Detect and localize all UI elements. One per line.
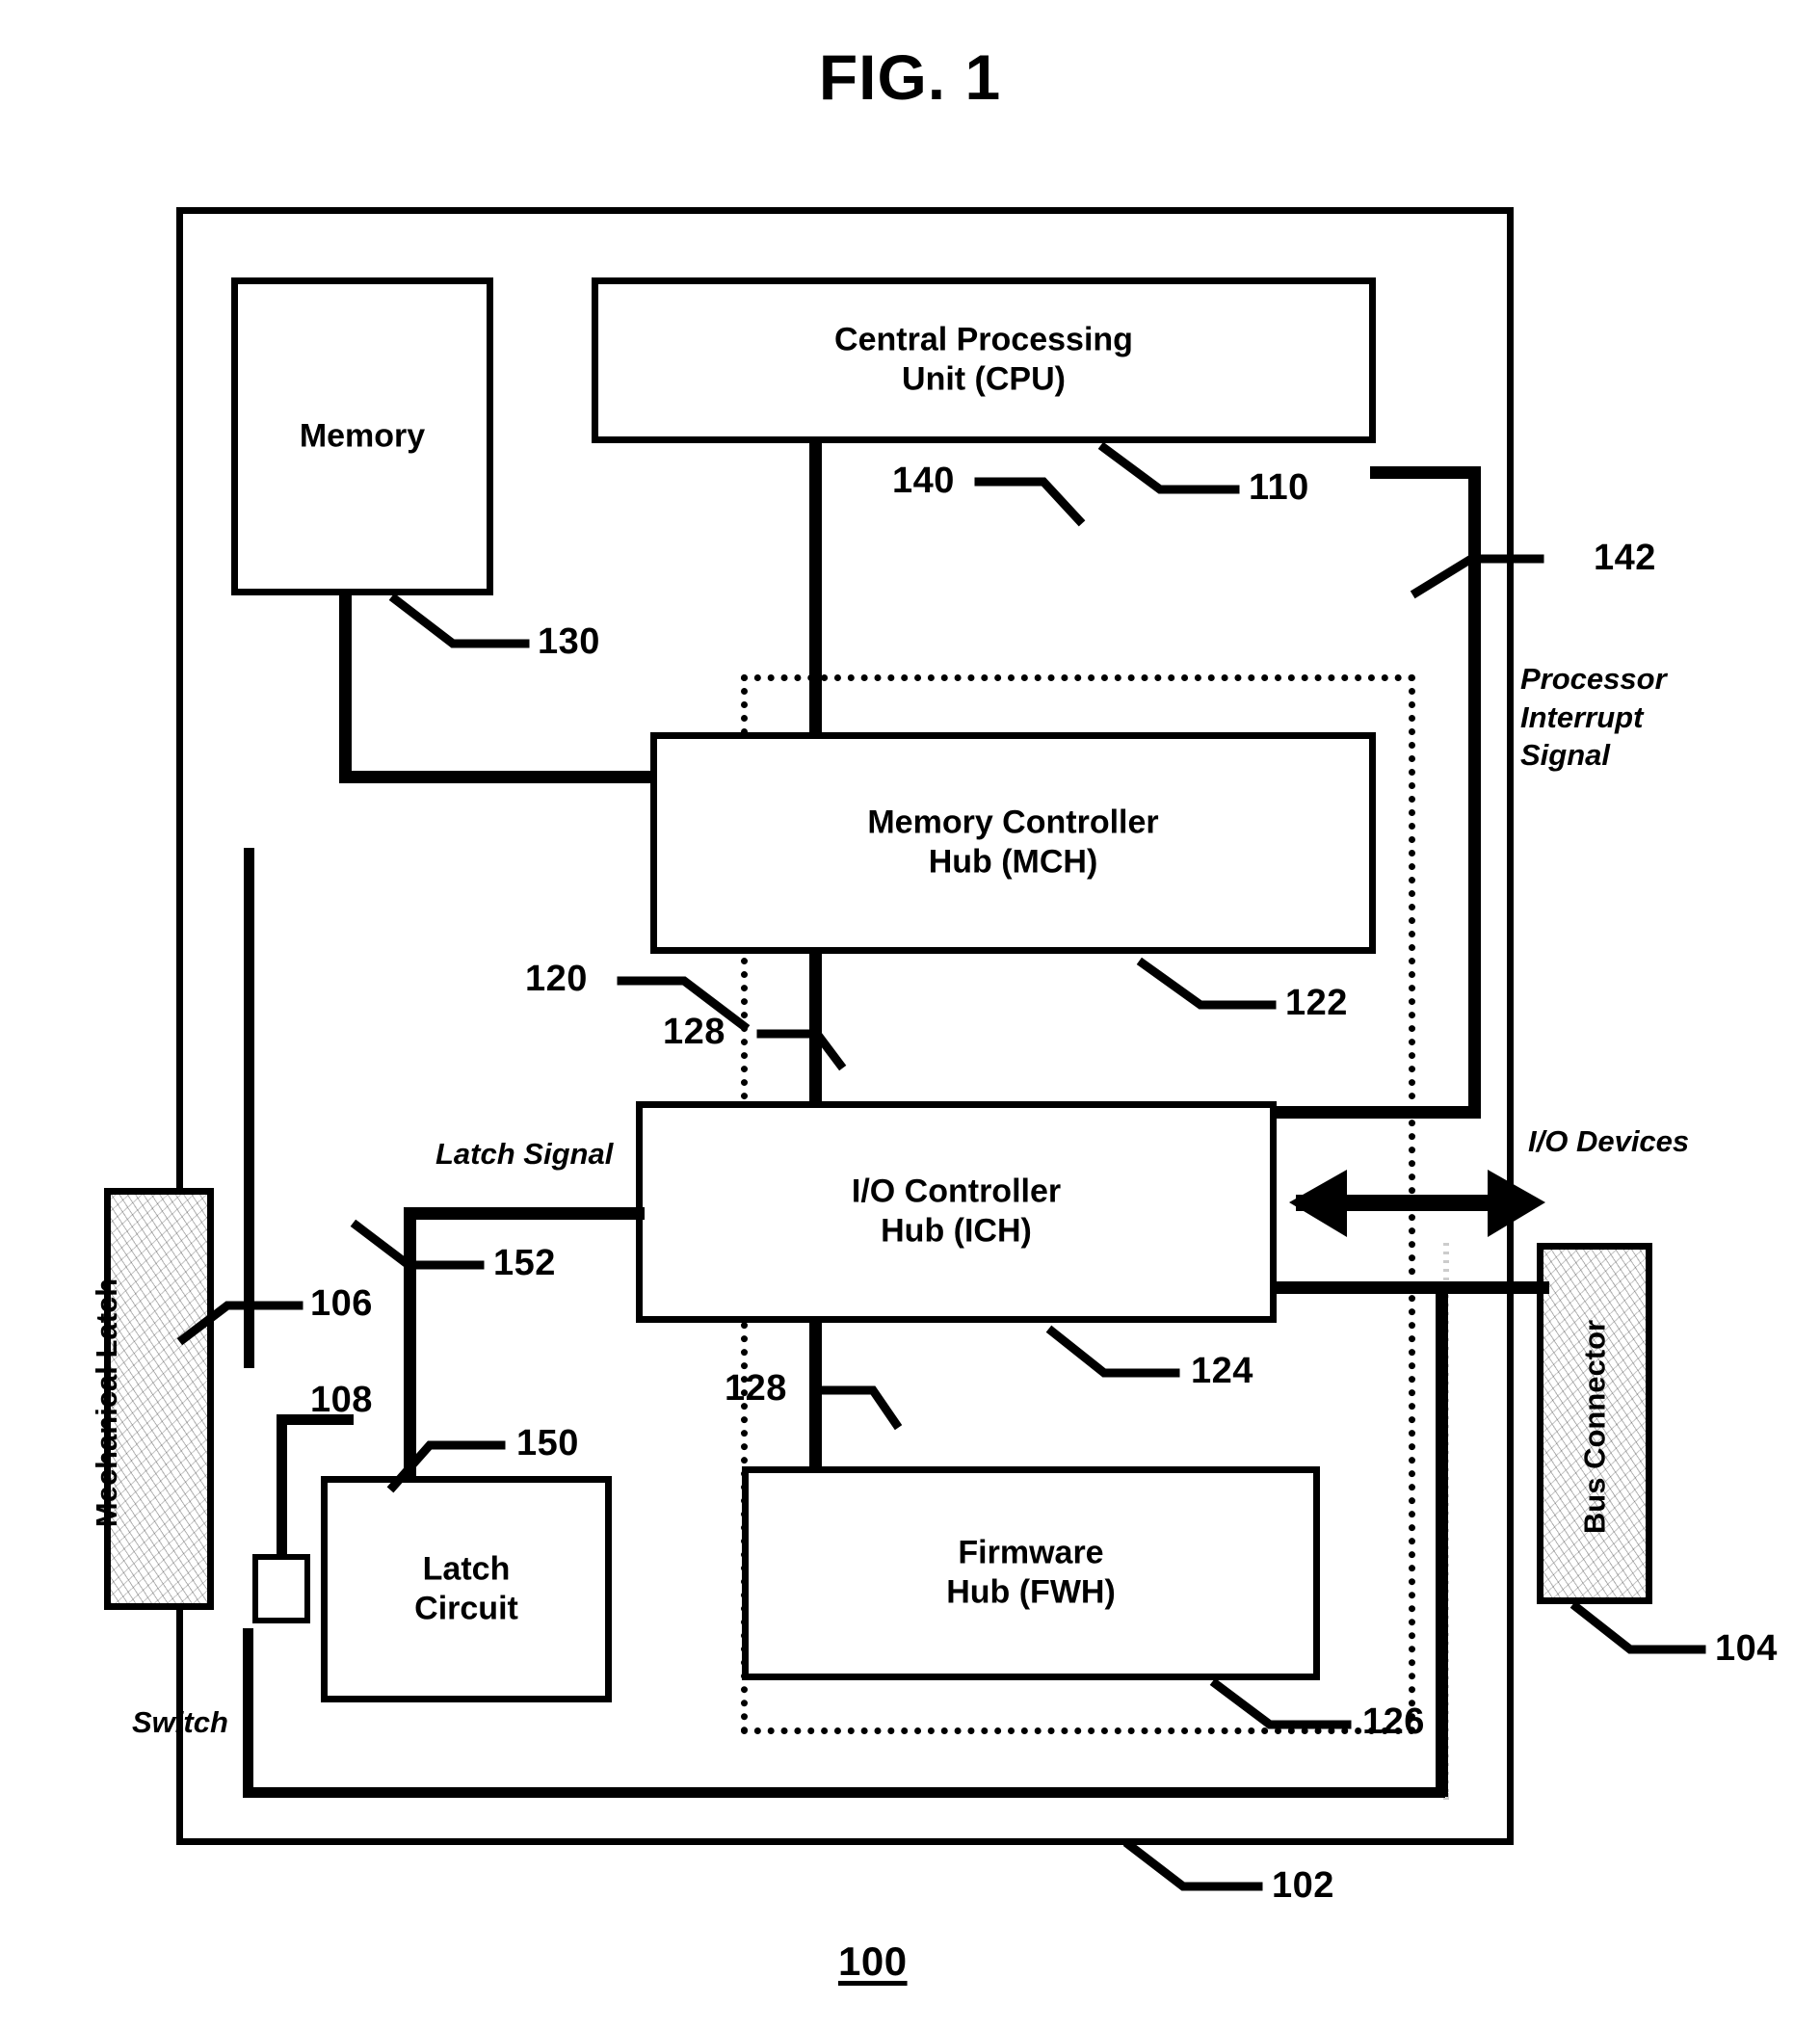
cpu-label-line1: Central Processing xyxy=(834,321,1133,358)
ref-122: 122 xyxy=(1285,983,1348,1023)
cpu-label-line2: Unit (CPU) xyxy=(902,361,1066,398)
switch-label: Switch xyxy=(132,1705,228,1739)
mechanical-latch-label: Mechanical Latch xyxy=(90,1278,123,1528)
mch-block-label: Memory Controller Hub (MCH) xyxy=(657,804,1369,883)
fwh-label-line2: Hub (FWH) xyxy=(946,1574,1116,1611)
fwh-label-line1: Firmware xyxy=(958,1534,1104,1571)
wire-cpu-to-mch xyxy=(809,438,822,739)
ref-100-system: 100 xyxy=(838,1938,908,1984)
wire-mechanical-latch-stem xyxy=(244,848,254,1368)
memory-block: Memory xyxy=(231,277,493,595)
ich-block-label: I/O Controller Hub (ICH) xyxy=(643,1173,1270,1252)
ref-140: 140 xyxy=(892,461,955,501)
wire-memory-down xyxy=(339,590,352,782)
wire-latch-signal-to-ich xyxy=(404,1207,645,1220)
bus-connector-label: Bus Connector xyxy=(1577,1319,1612,1535)
ref-106: 106 xyxy=(310,1283,373,1324)
fwh-block-label: Firmware Hub (FWH) xyxy=(749,1534,1313,1614)
pis-line3: Signal xyxy=(1520,738,1611,773)
wire-ich-to-bus-connector xyxy=(1270,1281,1549,1294)
cpu-block-label: Central Processing Unit (CPU) xyxy=(598,321,1369,401)
wire-ich-to-fwh xyxy=(809,1318,822,1472)
ref-110: 110 xyxy=(1249,467,1309,508)
ref-150: 150 xyxy=(516,1423,579,1463)
fwh-block: Firmware Hub (FWH) xyxy=(742,1466,1320,1680)
pis-line2: Interrupt xyxy=(1520,699,1644,734)
wire-latch-circuit-up xyxy=(404,1207,416,1482)
wire-switch-down-to-bus xyxy=(243,1628,253,1794)
ref-102: 102 xyxy=(1272,1865,1334,1906)
ref-130: 130 xyxy=(538,621,600,662)
ref-128-ich-fwh: 128 xyxy=(725,1368,787,1409)
processor-interrupt-signal-label: Processor Interrupt Signal xyxy=(1520,660,1667,775)
ref-128-mch-ich: 128 xyxy=(663,1012,725,1052)
ref-152: 152 xyxy=(493,1243,556,1283)
ref-104: 104 xyxy=(1715,1628,1778,1669)
latch-signal-label: Latch Signal xyxy=(435,1137,614,1171)
cpu-block: Central Processing Unit (CPU) xyxy=(592,277,1376,443)
patent-figure-canvas: FIG. 1 Memory Central Processing Unit (C… xyxy=(0,0,1820,2030)
wire-processor-interrupt-vertical xyxy=(1468,466,1481,1117)
wire-mch-to-ich xyxy=(809,949,822,1108)
mch-label-line1: Memory Controller xyxy=(867,804,1159,841)
ref-108: 108 xyxy=(310,1380,373,1420)
io-devices-label: I/O Devices xyxy=(1528,1124,1690,1158)
switch-block xyxy=(252,1554,310,1623)
memory-block-label: Memory xyxy=(299,417,426,455)
ich-label-line2: Hub (ICH) xyxy=(881,1213,1032,1250)
ref-124: 124 xyxy=(1191,1351,1253,1391)
wire-bus-connector-down xyxy=(1436,1281,1448,1797)
latch-circuit-label: Latch Circuit xyxy=(328,1549,605,1629)
ref-126: 126 xyxy=(1362,1701,1425,1742)
wire-memory-to-mch xyxy=(339,771,657,783)
figure-title: FIG. 1 xyxy=(818,41,1002,113)
ref-142: 142 xyxy=(1594,538,1656,578)
pis-line1: Processor xyxy=(1520,662,1667,696)
latch-circuit-line2: Circuit xyxy=(414,1590,518,1627)
latch-circuit-line1: Latch xyxy=(422,1550,511,1588)
ich-label-line1: I/O Controller xyxy=(851,1173,1062,1210)
ich-block: I/O Controller Hub (ICH) xyxy=(636,1101,1277,1323)
wire-switch-stem xyxy=(277,1414,287,1559)
wire-processor-interrupt-to-ich xyxy=(1270,1106,1481,1119)
mch-label-line2: Hub (MCH) xyxy=(928,844,1098,881)
wire-cpu-right-stub xyxy=(1370,466,1481,479)
ref-120: 120 xyxy=(525,959,588,999)
wire-bus-bottom-return xyxy=(243,1787,1445,1798)
mch-block: Memory Controller Hub (MCH) xyxy=(650,732,1376,954)
latch-circuit-block: Latch Circuit xyxy=(321,1476,612,1702)
